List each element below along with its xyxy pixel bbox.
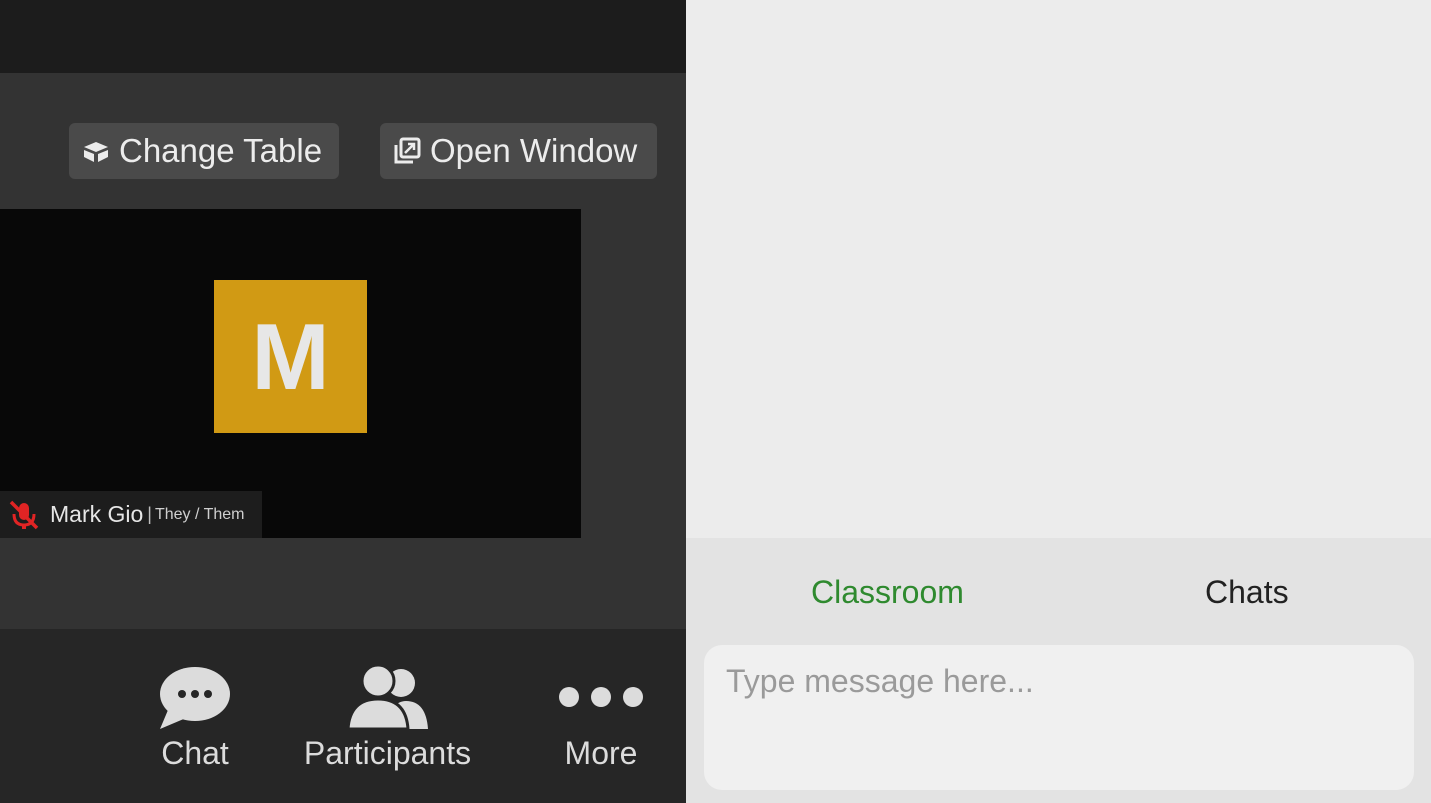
open-window-label: Open Window bbox=[430, 132, 638, 169]
table-swap-icon bbox=[81, 136, 111, 166]
meeting-toolbar: Chat Participants More bbox=[0, 629, 686, 803]
more-button[interactable]: More bbox=[548, 665, 654, 772]
change-table-button[interactable]: Change Table bbox=[69, 123, 339, 179]
chat-label: Chat bbox=[161, 735, 229, 771]
popout-window-icon bbox=[392, 136, 422, 166]
open-window-button[interactable]: Open Window bbox=[380, 123, 657, 179]
chat-bubble-icon bbox=[158, 665, 232, 731]
message-input[interactable] bbox=[726, 663, 1392, 700]
participants-label: Participants bbox=[303, 735, 472, 771]
tab-chats[interactable]: Chats bbox=[1205, 574, 1289, 611]
participant-name-tag: Mark Gio | They / Them bbox=[0, 491, 262, 538]
participant-pronouns: They / Them bbox=[154, 505, 245, 523]
participant-name: Mark Gio bbox=[50, 501, 144, 527]
meeting-panel: Change Table Open Window M Mark Gio | Th… bbox=[0, 0, 686, 803]
chat-panel: Classroom Chats bbox=[686, 0, 1431, 803]
participant-video-tile[interactable]: M Mark Gio | They / Them bbox=[0, 209, 581, 538]
chat-button[interactable]: Chat bbox=[140, 665, 250, 772]
change-table-label: Change Table bbox=[119, 132, 323, 169]
participants-button[interactable]: Participants bbox=[290, 665, 485, 772]
chat-footer: Classroom Chats bbox=[686, 538, 1431, 803]
participants-icon bbox=[345, 665, 430, 731]
tab-classroom[interactable]: Classroom bbox=[811, 574, 964, 611]
mic-muted-icon bbox=[6, 497, 42, 533]
more-dots-icon bbox=[557, 665, 645, 731]
meeting-header-strip bbox=[0, 0, 686, 73]
more-label: More bbox=[564, 735, 638, 771]
participant-avatar: M bbox=[214, 280, 367, 433]
message-box[interactable] bbox=[704, 645, 1414, 790]
name-separator: | bbox=[147, 504, 152, 524]
